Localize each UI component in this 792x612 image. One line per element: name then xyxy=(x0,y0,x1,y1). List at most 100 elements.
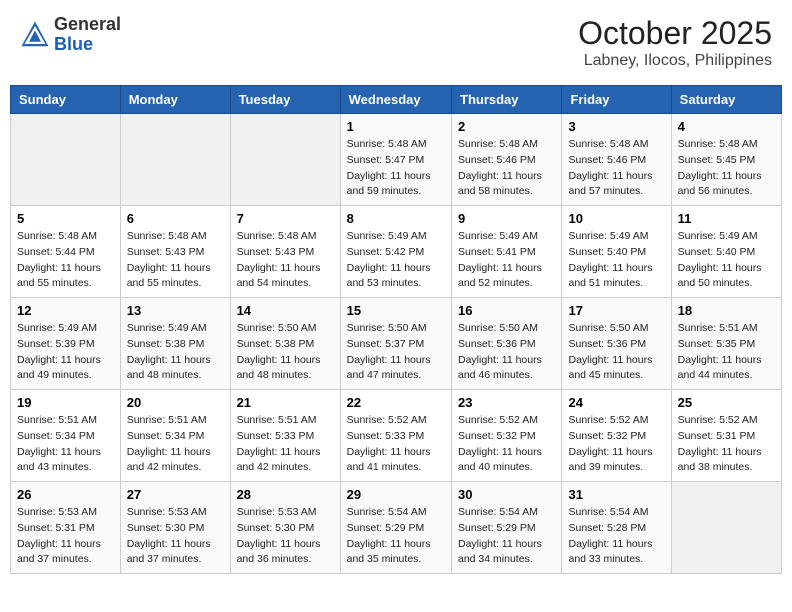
weekday-header: Sunday xyxy=(11,86,121,114)
calendar-cell: 10 Sunrise: 5:49 AMSunset: 5:40 PMDayligh… xyxy=(562,206,671,298)
day-info: Sunrise: 5:50 AMSunset: 5:38 PMDaylight:… xyxy=(237,321,334,384)
day-info: Sunrise: 5:50 AMSunset: 5:37 PMDaylight:… xyxy=(347,321,445,384)
calendar-header-row: SundayMondayTuesdayWednesdayThursdayFrid… xyxy=(11,86,782,114)
calendar-cell: 28 Sunrise: 5:53 AMSunset: 5:30 PMDayligh… xyxy=(230,482,340,574)
calendar-cell: 27 Sunrise: 5:53 AMSunset: 5:30 PMDayligh… xyxy=(120,482,230,574)
day-number: 2 xyxy=(458,119,555,134)
title-area: October 2025 Labney, Ilocos, Philippines xyxy=(578,15,772,70)
calendar-cell: 8 Sunrise: 5:49 AMSunset: 5:42 PMDaylight… xyxy=(340,206,451,298)
calendar-cell: 15 Sunrise: 5:50 AMSunset: 5:37 PMDayligh… xyxy=(340,298,451,390)
header: General Blue October 2025 Labney, Ilocos… xyxy=(10,10,782,75)
day-info: Sunrise: 5:51 AMSunset: 5:35 PMDaylight:… xyxy=(678,321,775,384)
calendar-cell: 31 Sunrise: 5:54 AMSunset: 5:28 PMDayligh… xyxy=(562,482,671,574)
day-number: 25 xyxy=(678,395,775,410)
day-number: 30 xyxy=(458,487,555,502)
calendar-week-row: 26 Sunrise: 5:53 AMSunset: 5:31 PMDayligh… xyxy=(11,482,782,574)
day-info: Sunrise: 5:48 AMSunset: 5:47 PMDaylight:… xyxy=(347,137,445,200)
calendar-cell: 19Sunrise: 5:51 AMSunset: 5:34 PMDayligh… xyxy=(11,390,121,482)
day-info: Sunrise: 5:54 AMSunset: 5:29 PMDaylight:… xyxy=(347,505,445,568)
day-info: Sunrise: 5:52 AMSunset: 5:32 PMDaylight:… xyxy=(568,413,664,476)
day-number: 3 xyxy=(568,119,664,134)
day-number: 16 xyxy=(458,303,555,318)
location-title: Labney, Ilocos, Philippines xyxy=(578,52,772,70)
calendar-cell: 25 Sunrise: 5:52 AMSunset: 5:31 PMDayligh… xyxy=(671,390,781,482)
day-number: 20 xyxy=(127,395,224,410)
day-number: 4 xyxy=(678,119,775,134)
day-info: Sunrise: 5:51 AMSunset: 5:34 PMDaylight:… xyxy=(127,413,224,476)
day-number: 15 xyxy=(347,303,445,318)
calendar-week-row: 1 Sunrise: 5:48 AMSunset: 5:47 PMDaylight… xyxy=(11,114,782,206)
day-number: 14 xyxy=(237,303,334,318)
weekday-header: Friday xyxy=(562,86,671,114)
calendar-week-row: 12Sunrise: 5:49 AMSunset: 5:39 PMDayligh… xyxy=(11,298,782,390)
day-number: 24 xyxy=(568,395,664,410)
weekday-header: Wednesday xyxy=(340,86,451,114)
day-info: Sunrise: 5:48 AMSunset: 5:43 PMDaylight:… xyxy=(127,229,224,292)
day-info: Sunrise: 5:53 AMSunset: 5:31 PMDaylight:… xyxy=(17,505,114,568)
day-number: 7 xyxy=(237,211,334,226)
logo-general-text: General xyxy=(54,15,121,35)
day-info: Sunrise: 5:49 AMSunset: 5:38 PMDaylight:… xyxy=(127,321,224,384)
calendar-cell: 17 Sunrise: 5:50 AMSunset: 5:36 PMDayligh… xyxy=(562,298,671,390)
day-info: Sunrise: 5:54 AMSunset: 5:29 PMDaylight:… xyxy=(458,505,555,568)
day-number: 9 xyxy=(458,211,555,226)
logo: General Blue xyxy=(20,15,121,55)
day-info: Sunrise: 5:49 AMSunset: 5:40 PMDaylight:… xyxy=(568,229,664,292)
day-number: 17 xyxy=(568,303,664,318)
calendar-cell: 18Sunrise: 5:51 AMSunset: 5:35 PMDayligh… xyxy=(671,298,781,390)
calendar-table: SundayMondayTuesdayWednesdayThursdayFrid… xyxy=(10,85,782,574)
day-info: Sunrise: 5:52 AMSunset: 5:32 PMDaylight:… xyxy=(458,413,555,476)
calendar-cell: 30 Sunrise: 5:54 AMSunset: 5:29 PMDayligh… xyxy=(452,482,562,574)
calendar-cell: 23 Sunrise: 5:52 AMSunset: 5:32 PMDayligh… xyxy=(452,390,562,482)
calendar-cell xyxy=(671,482,781,574)
day-info: Sunrise: 5:54 AMSunset: 5:28 PMDaylight:… xyxy=(568,505,664,568)
logo-blue-text: Blue xyxy=(54,35,121,55)
day-number: 28 xyxy=(237,487,334,502)
day-number: 23 xyxy=(458,395,555,410)
month-title: October 2025 xyxy=(578,15,772,52)
calendar-cell: 9 Sunrise: 5:49 AMSunset: 5:41 PMDaylight… xyxy=(452,206,562,298)
weekday-header: Thursday xyxy=(452,86,562,114)
day-info: Sunrise: 5:52 AMSunset: 5:31 PMDaylight:… xyxy=(678,413,775,476)
day-number: 31 xyxy=(568,487,664,502)
day-info: Sunrise: 5:53 AMSunset: 5:30 PMDaylight:… xyxy=(237,505,334,568)
day-number: 1 xyxy=(347,119,445,134)
day-info: Sunrise: 5:49 AMSunset: 5:41 PMDaylight:… xyxy=(458,229,555,292)
day-number: 10 xyxy=(568,211,664,226)
day-number: 19 xyxy=(17,395,114,410)
calendar-week-row: 5Sunrise: 5:48 AMSunset: 5:44 PMDaylight… xyxy=(11,206,782,298)
day-number: 26 xyxy=(17,487,114,502)
calendar-cell: 12Sunrise: 5:49 AMSunset: 5:39 PMDayligh… xyxy=(11,298,121,390)
day-info: Sunrise: 5:49 AMSunset: 5:42 PMDaylight:… xyxy=(347,229,445,292)
weekday-header: Monday xyxy=(120,86,230,114)
day-info: Sunrise: 5:48 AMSunset: 5:46 PMDaylight:… xyxy=(458,137,555,200)
calendar-cell: 24 Sunrise: 5:52 AMSunset: 5:32 PMDayligh… xyxy=(562,390,671,482)
day-info: Sunrise: 5:49 AMSunset: 5:40 PMDaylight:… xyxy=(678,229,775,292)
day-number: 12 xyxy=(17,303,114,318)
day-number: 27 xyxy=(127,487,224,502)
calendar-cell: 6 Sunrise: 5:48 AMSunset: 5:43 PMDaylight… xyxy=(120,206,230,298)
day-number: 5 xyxy=(17,211,114,226)
day-info: Sunrise: 5:53 AMSunset: 5:30 PMDaylight:… xyxy=(127,505,224,568)
day-number: 13 xyxy=(127,303,224,318)
day-info: Sunrise: 5:48 AMSunset: 5:43 PMDaylight:… xyxy=(237,229,334,292)
day-number: 6 xyxy=(127,211,224,226)
day-number: 11 xyxy=(678,211,775,226)
day-info: Sunrise: 5:50 AMSunset: 5:36 PMDaylight:… xyxy=(458,321,555,384)
calendar-cell: 5Sunrise: 5:48 AMSunset: 5:44 PMDaylight… xyxy=(11,206,121,298)
logo-icon xyxy=(20,20,50,50)
calendar-cell xyxy=(11,114,121,206)
calendar-cell: 7 Sunrise: 5:48 AMSunset: 5:43 PMDaylight… xyxy=(230,206,340,298)
day-info: Sunrise: 5:52 AMSunset: 5:33 PMDaylight:… xyxy=(347,413,445,476)
calendar-cell: 3 Sunrise: 5:48 AMSunset: 5:46 PMDaylight… xyxy=(562,114,671,206)
calendar-cell: 22Sunrise: 5:52 AMSunset: 5:33 PMDayligh… xyxy=(340,390,451,482)
calendar-cell: 2 Sunrise: 5:48 AMSunset: 5:46 PMDaylight… xyxy=(452,114,562,206)
day-info: Sunrise: 5:48 AMSunset: 5:46 PMDaylight:… xyxy=(568,137,664,200)
day-info: Sunrise: 5:50 AMSunset: 5:36 PMDaylight:… xyxy=(568,321,664,384)
calendar-cell xyxy=(120,114,230,206)
calendar-cell: 4Sunrise: 5:48 AMSunset: 5:45 PMDaylight… xyxy=(671,114,781,206)
day-number: 8 xyxy=(347,211,445,226)
day-number: 29 xyxy=(347,487,445,502)
calendar-week-row: 19 Sunrise: 5:51 AMSunset: 5:34 PMDayligh… xyxy=(11,390,782,482)
weekday-header: Saturday xyxy=(671,86,781,114)
